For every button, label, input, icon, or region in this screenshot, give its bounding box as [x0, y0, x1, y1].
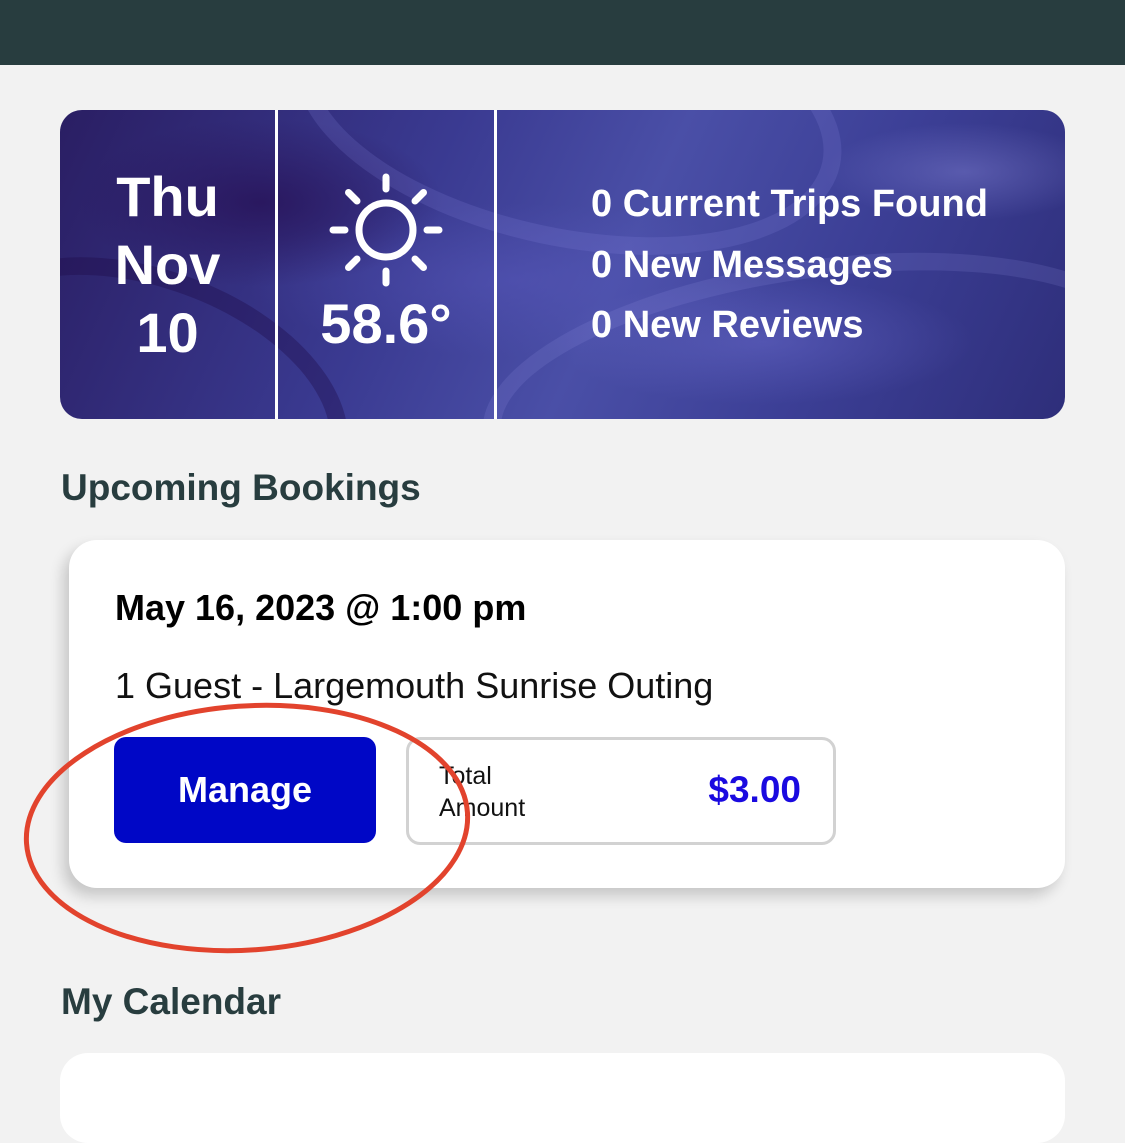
date-month: Nov: [114, 232, 221, 296]
current-trips-count[interactable]: 0 Current Trips Found: [591, 182, 988, 226]
booking-card: May 16, 2023 @ 1:00 pm 1 Guest - Largemo…: [69, 540, 1065, 888]
app-bar-title-fragment: [590, 0, 620, 8]
stats-banner: Thu Nov 10 58.6° 0 Current Trips Found 0…: [60, 110, 1065, 419]
temperature: 58.6°: [320, 292, 452, 355]
sun-icon: [329, 173, 443, 287]
total-amount-value: $3.00: [708, 769, 801, 810]
date-panel: Thu Nov 10: [60, 110, 275, 419]
date-weekday: Thu: [116, 164, 219, 228]
date-day: 10: [136, 300, 199, 364]
summary-panel: 0 Current Trips Found 0 New Messages 0 N…: [497, 110, 1065, 419]
total-amount-label: Total Amount: [439, 762, 526, 822]
upcoming-bookings-heading: Upcoming Bookings: [61, 467, 421, 508]
top-app-bar: [0, 0, 1125, 65]
booking-description: 1 Guest - Largemouth Sunrise Outing: [115, 665, 714, 706]
my-calendar-heading: My Calendar: [61, 981, 282, 1022]
total-amount-box: Total Amount $3.00: [406, 737, 836, 845]
new-reviews-count[interactable]: 0 New Reviews: [591, 303, 863, 347]
booking-datetime: May 16, 2023 @ 1:00 pm: [115, 587, 527, 628]
manage-button[interactable]: Manage: [114, 737, 376, 843]
calendar-card: [60, 1053, 1065, 1143]
weather-panel: 58.6°: [278, 110, 494, 419]
new-messages-count[interactable]: 0 New Messages: [591, 243, 893, 287]
